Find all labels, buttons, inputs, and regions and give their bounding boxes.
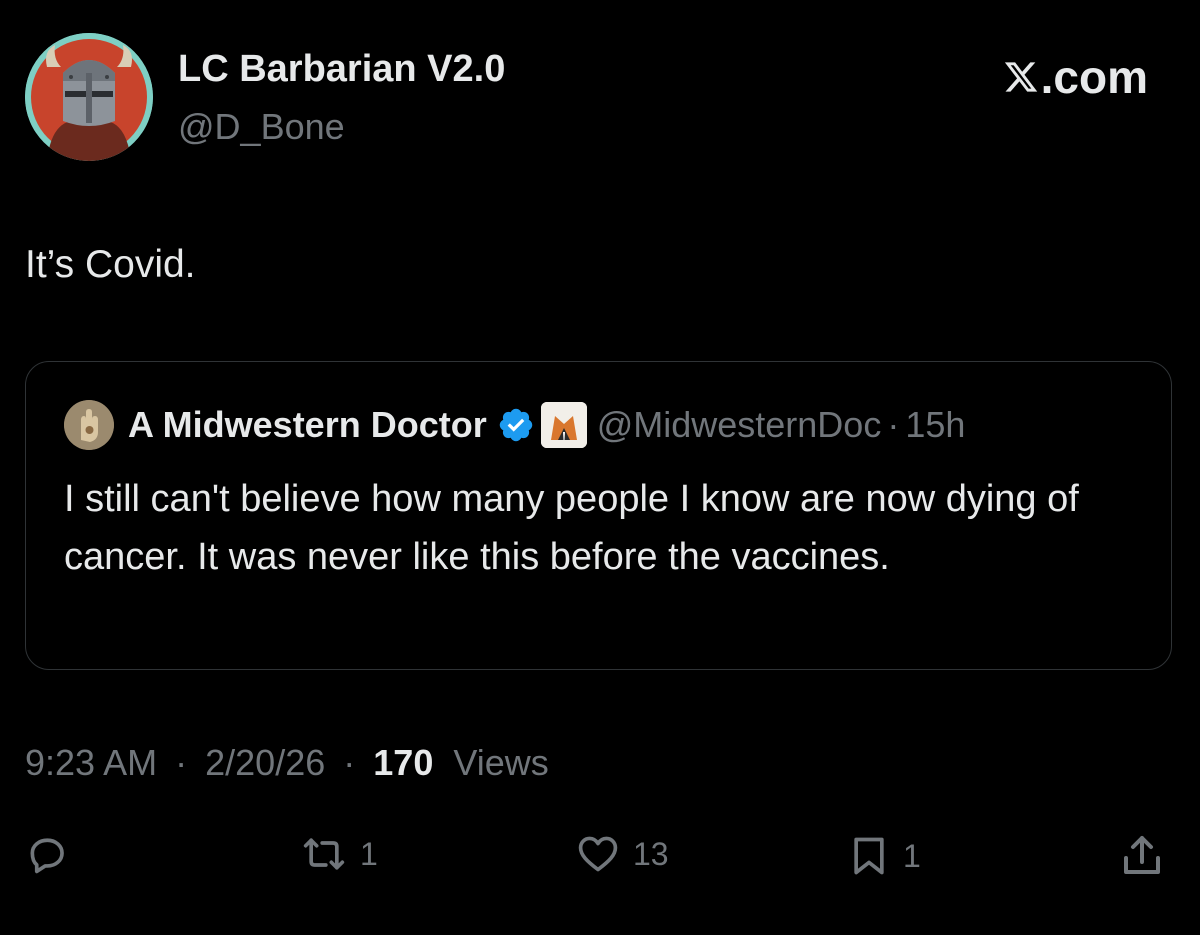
views-label: Views	[453, 742, 549, 783]
author-display-name[interactable]: LC Barbarian V2.0	[178, 48, 505, 91]
reply-button[interactable]	[25, 832, 69, 876]
heart-icon	[578, 836, 618, 872]
brand-label: .com	[1040, 51, 1148, 103]
quoted-tweet-text: I still can't believe how many people I …	[64, 478, 1079, 578]
share-icon	[1124, 836, 1160, 874]
quoted-tweet-card[interactable]: A Midwestern Doctor @MidwesternDoc · 15h…	[25, 361, 1172, 670]
views-count: 170	[373, 742, 434, 783]
tweet-time[interactable]: 9:23 AM	[25, 742, 157, 783]
bookmark-count: 1	[903, 837, 921, 874]
quoted-separator: ·	[887, 404, 900, 445]
author-avatar[interactable]	[25, 33, 153, 161]
repost-count: 1	[360, 835, 378, 872]
tweet-meta: 9:23 AM · 2/20/26 · 170 Views	[25, 742, 549, 784]
repost-icon	[303, 838, 345, 870]
like-button[interactable]: 13	[575, 832, 669, 876]
like-count: 13	[633, 835, 669, 872]
meta-separator: ·	[175, 742, 188, 783]
repost-button[interactable]: 1	[300, 832, 378, 876]
tweet: LC Barbarian V2.0 @D_Bone .com It’s Covi…	[0, 0, 1200, 935]
quoted-author-handle[interactable]: @MidwesternDoc	[597, 404, 882, 446]
meta-separator: ·	[343, 742, 356, 783]
x-brand-watermark: .com	[1003, 50, 1148, 104]
reply-icon	[30, 838, 64, 874]
quoted-timestamp[interactable]: 15h	[905, 404, 965, 446]
quoted-tweet-header: A Midwestern Doctor @MidwesternDoc · 15h	[64, 400, 965, 450]
verified-badge-icon	[499, 408, 532, 442]
affiliate-badge-icon[interactable]	[540, 402, 587, 448]
quoted-author-name[interactable]: A Midwestern Doctor	[128, 404, 487, 446]
quoted-author-avatar[interactable]	[64, 400, 114, 450]
tweet-text: It’s Covid.	[25, 243, 196, 286]
fox-badge-icon	[540, 402, 587, 448]
x-logo-icon	[1004, 62, 1037, 92]
barbarian-helmet-icon	[25, 33, 153, 161]
tweet-date[interactable]: 2/20/26	[205, 742, 325, 783]
bookmark-button[interactable]: 1	[847, 832, 921, 880]
share-button[interactable]	[1118, 832, 1166, 880]
author-handle[interactable]: @D_Bone	[178, 106, 345, 148]
raised-hand-avatar-icon	[64, 400, 114, 450]
bookmark-icon	[854, 837, 884, 875]
